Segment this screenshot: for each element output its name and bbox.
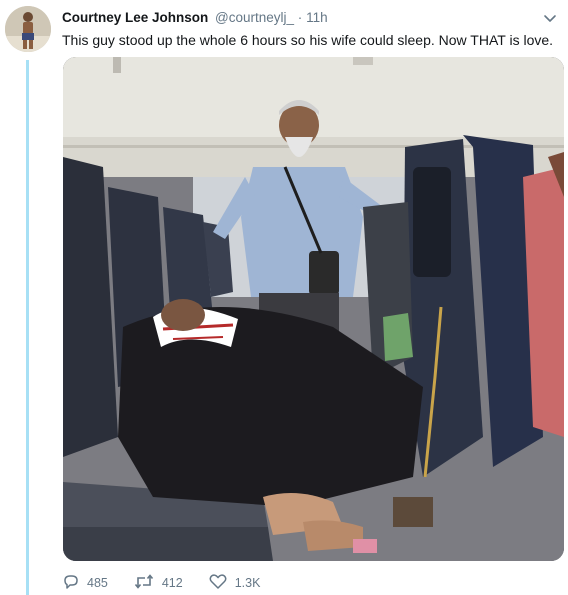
reply-button[interactable]: 485 <box>62 573 108 593</box>
retweet-count: 412 <box>161 576 183 590</box>
user-handle[interactable]: @courtneylj_ <box>215 10 294 25</box>
tweet-header: Courtney Lee Johnson @courtneylj_ · 11h <box>62 9 558 27</box>
separator-dot: · <box>297 10 303 25</box>
retweet-button[interactable]: 412 <box>134 573 183 593</box>
display-name[interactable]: Courtney Lee Johnson <box>62 10 208 25</box>
like-count: 1.3K <box>234 576 261 590</box>
like-button[interactable]: 1.3K <box>209 573 261 593</box>
retweet-icon <box>134 573 162 593</box>
tweet-text: This guy stood up the whole 6 hours so h… <box>62 32 554 48</box>
chevron-down-icon[interactable] <box>543 12 557 24</box>
tweet-photo[interactable] <box>63 57 564 561</box>
reply-count: 485 <box>87 576 108 590</box>
tweet-actions: 485 412 1.3K <box>62 573 286 593</box>
tweet[interactable]: Courtney Lee Johnson @courtneylj_ · 11h … <box>0 0 568 595</box>
reply-icon <box>62 573 87 593</box>
timestamp[interactable]: 11h <box>306 10 328 25</box>
thread-line <box>26 60 29 595</box>
avatar[interactable] <box>5 6 51 52</box>
heart-icon <box>209 573 235 593</box>
